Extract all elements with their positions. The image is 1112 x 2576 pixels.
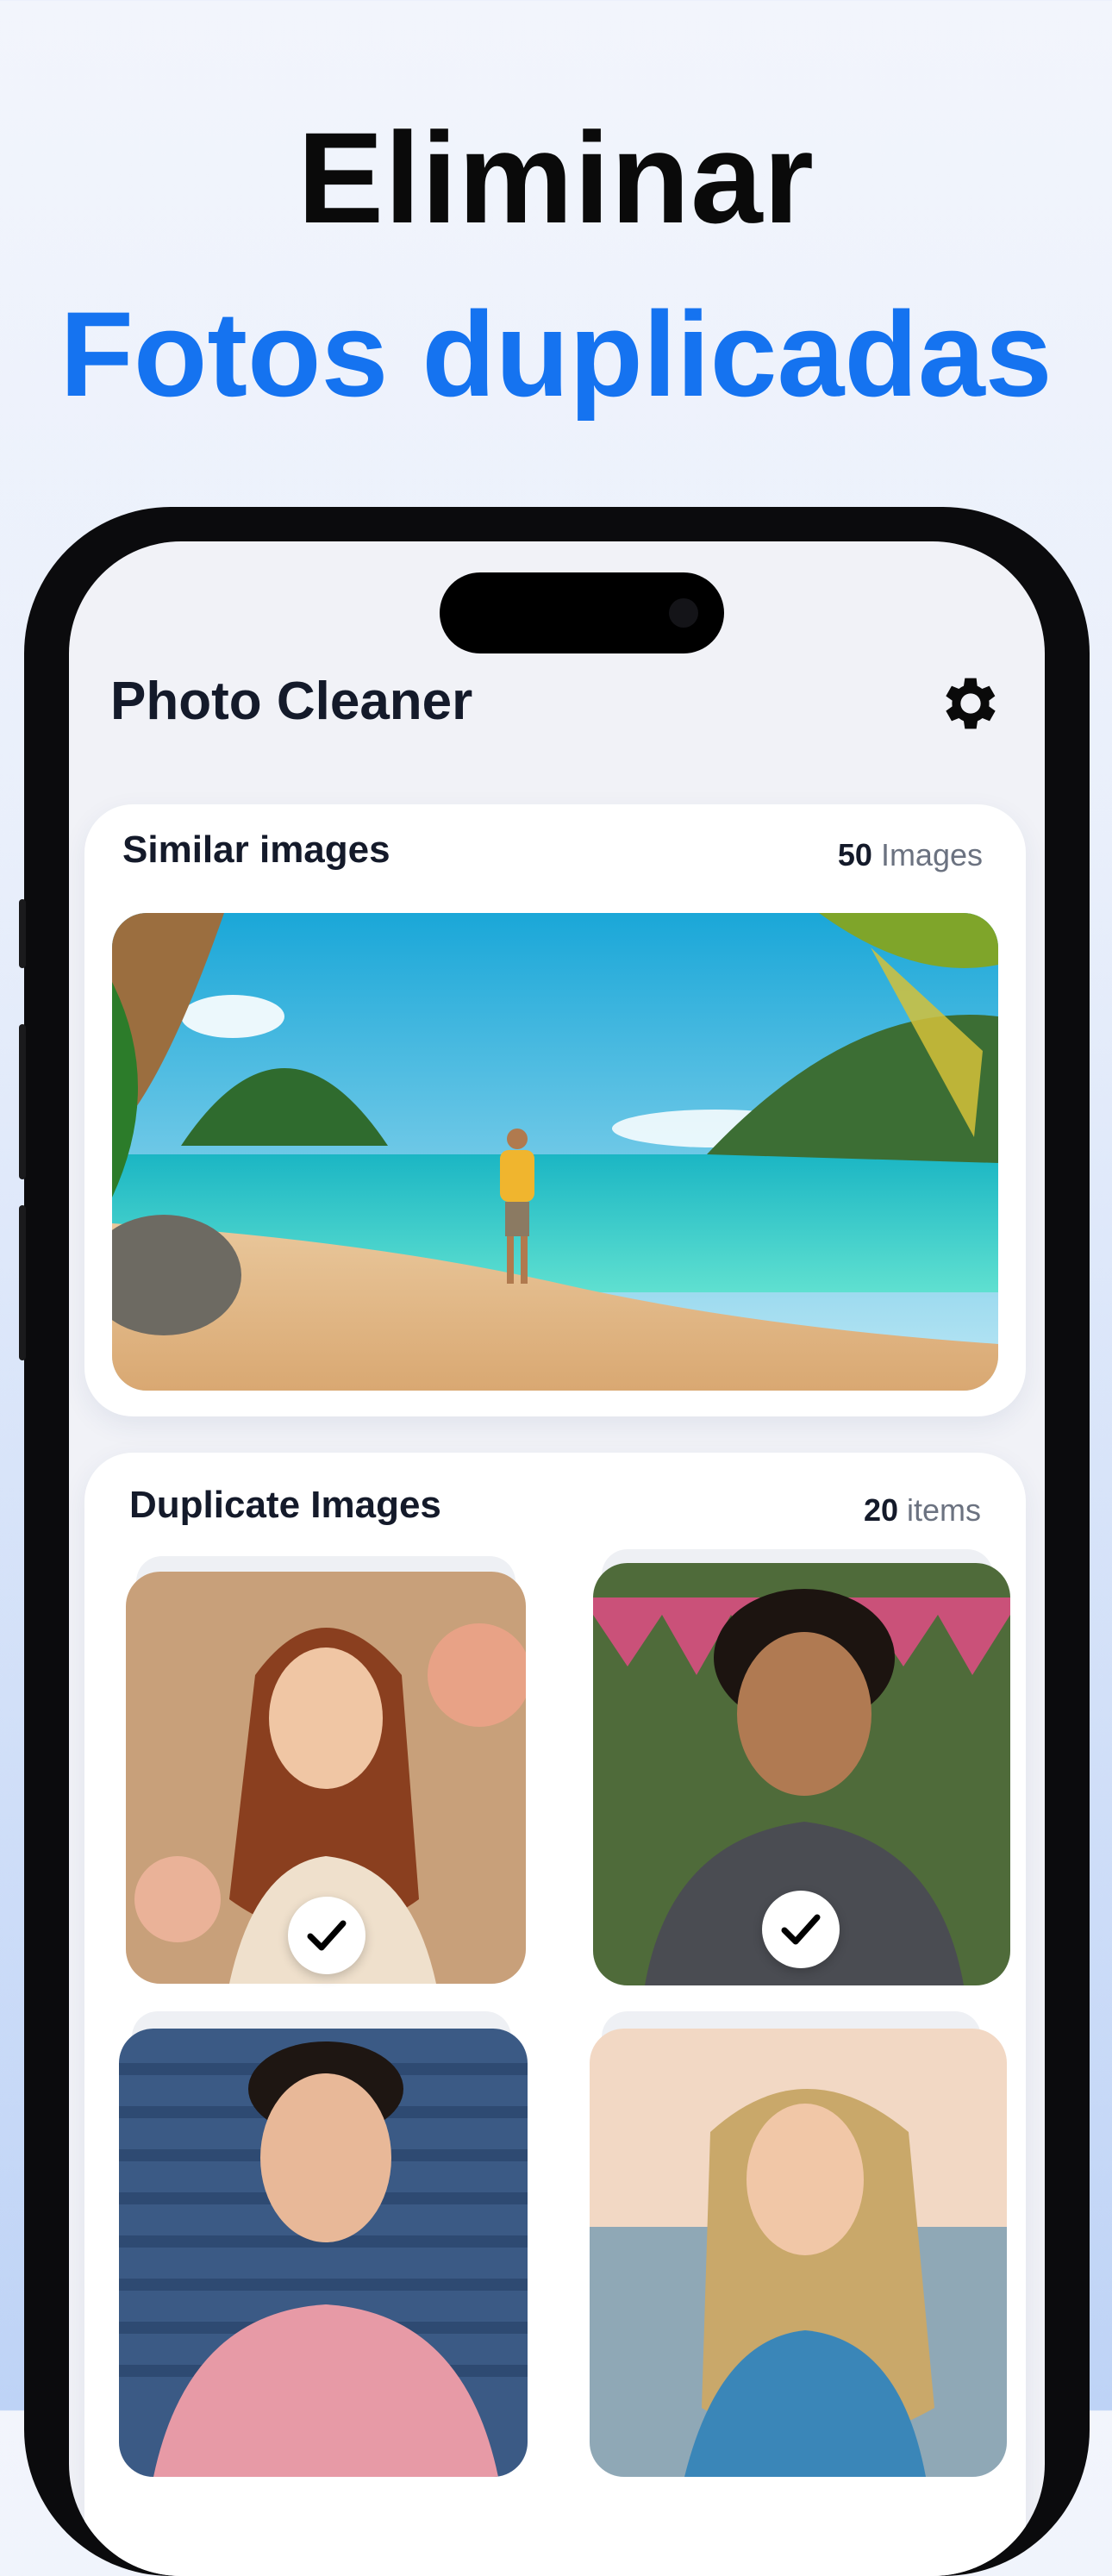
headline-subtitle: Fotos duplicadas: [59, 286, 1053, 422]
phone-frame: Photo Cleaner Similar images 50 Images D…: [19, 507, 1090, 2576]
checkmark-icon: [781, 1914, 821, 1945]
similar-images-card[interactable]: Similar images 50 Images: [84, 804, 1026, 1416]
silent-switch: [19, 899, 26, 968]
duplicate-tile-2-check[interactable]: [762, 1891, 840, 1968]
duplicate-tile-1-check[interactable]: [288, 1897, 365, 1974]
similar-images-title: Similar images: [122, 828, 390, 871]
duplicate-images-count: 20 items: [864, 1492, 981, 1529]
duplicate-tile-4[interactable]: [590, 2029, 1007, 2477]
dynamic-island: [440, 572, 724, 653]
phone-screen: Photo Cleaner Similar images 50 Images D…: [69, 541, 1045, 2576]
app-title: Photo Cleaner: [110, 672, 473, 731]
duplicate-tile-3[interactable]: [119, 2029, 528, 2477]
duplicate-count-value: 20: [863, 1492, 898, 1528]
duplicate-images-title: Duplicate Images: [129, 1484, 441, 1526]
similar-images-count: 50 Images: [838, 837, 983, 873]
duplicate-images-card[interactable]: Duplicate Images 20 items: [84, 1453, 1026, 2576]
volume-down-button: [19, 1205, 26, 1360]
similar-image-preview[interactable]: [112, 913, 998, 1391]
similar-count-value: 50: [837, 837, 872, 872]
similar-count-unit: Images: [880, 837, 983, 872]
duplicate-count-unit: items: [906, 1492, 981, 1528]
gear-icon[interactable]: [936, 669, 1005, 738]
volume-up-button: [19, 1024, 26, 1179]
headline-title: Eliminar: [297, 105, 815, 250]
checkmark-icon: [307, 1920, 347, 1951]
